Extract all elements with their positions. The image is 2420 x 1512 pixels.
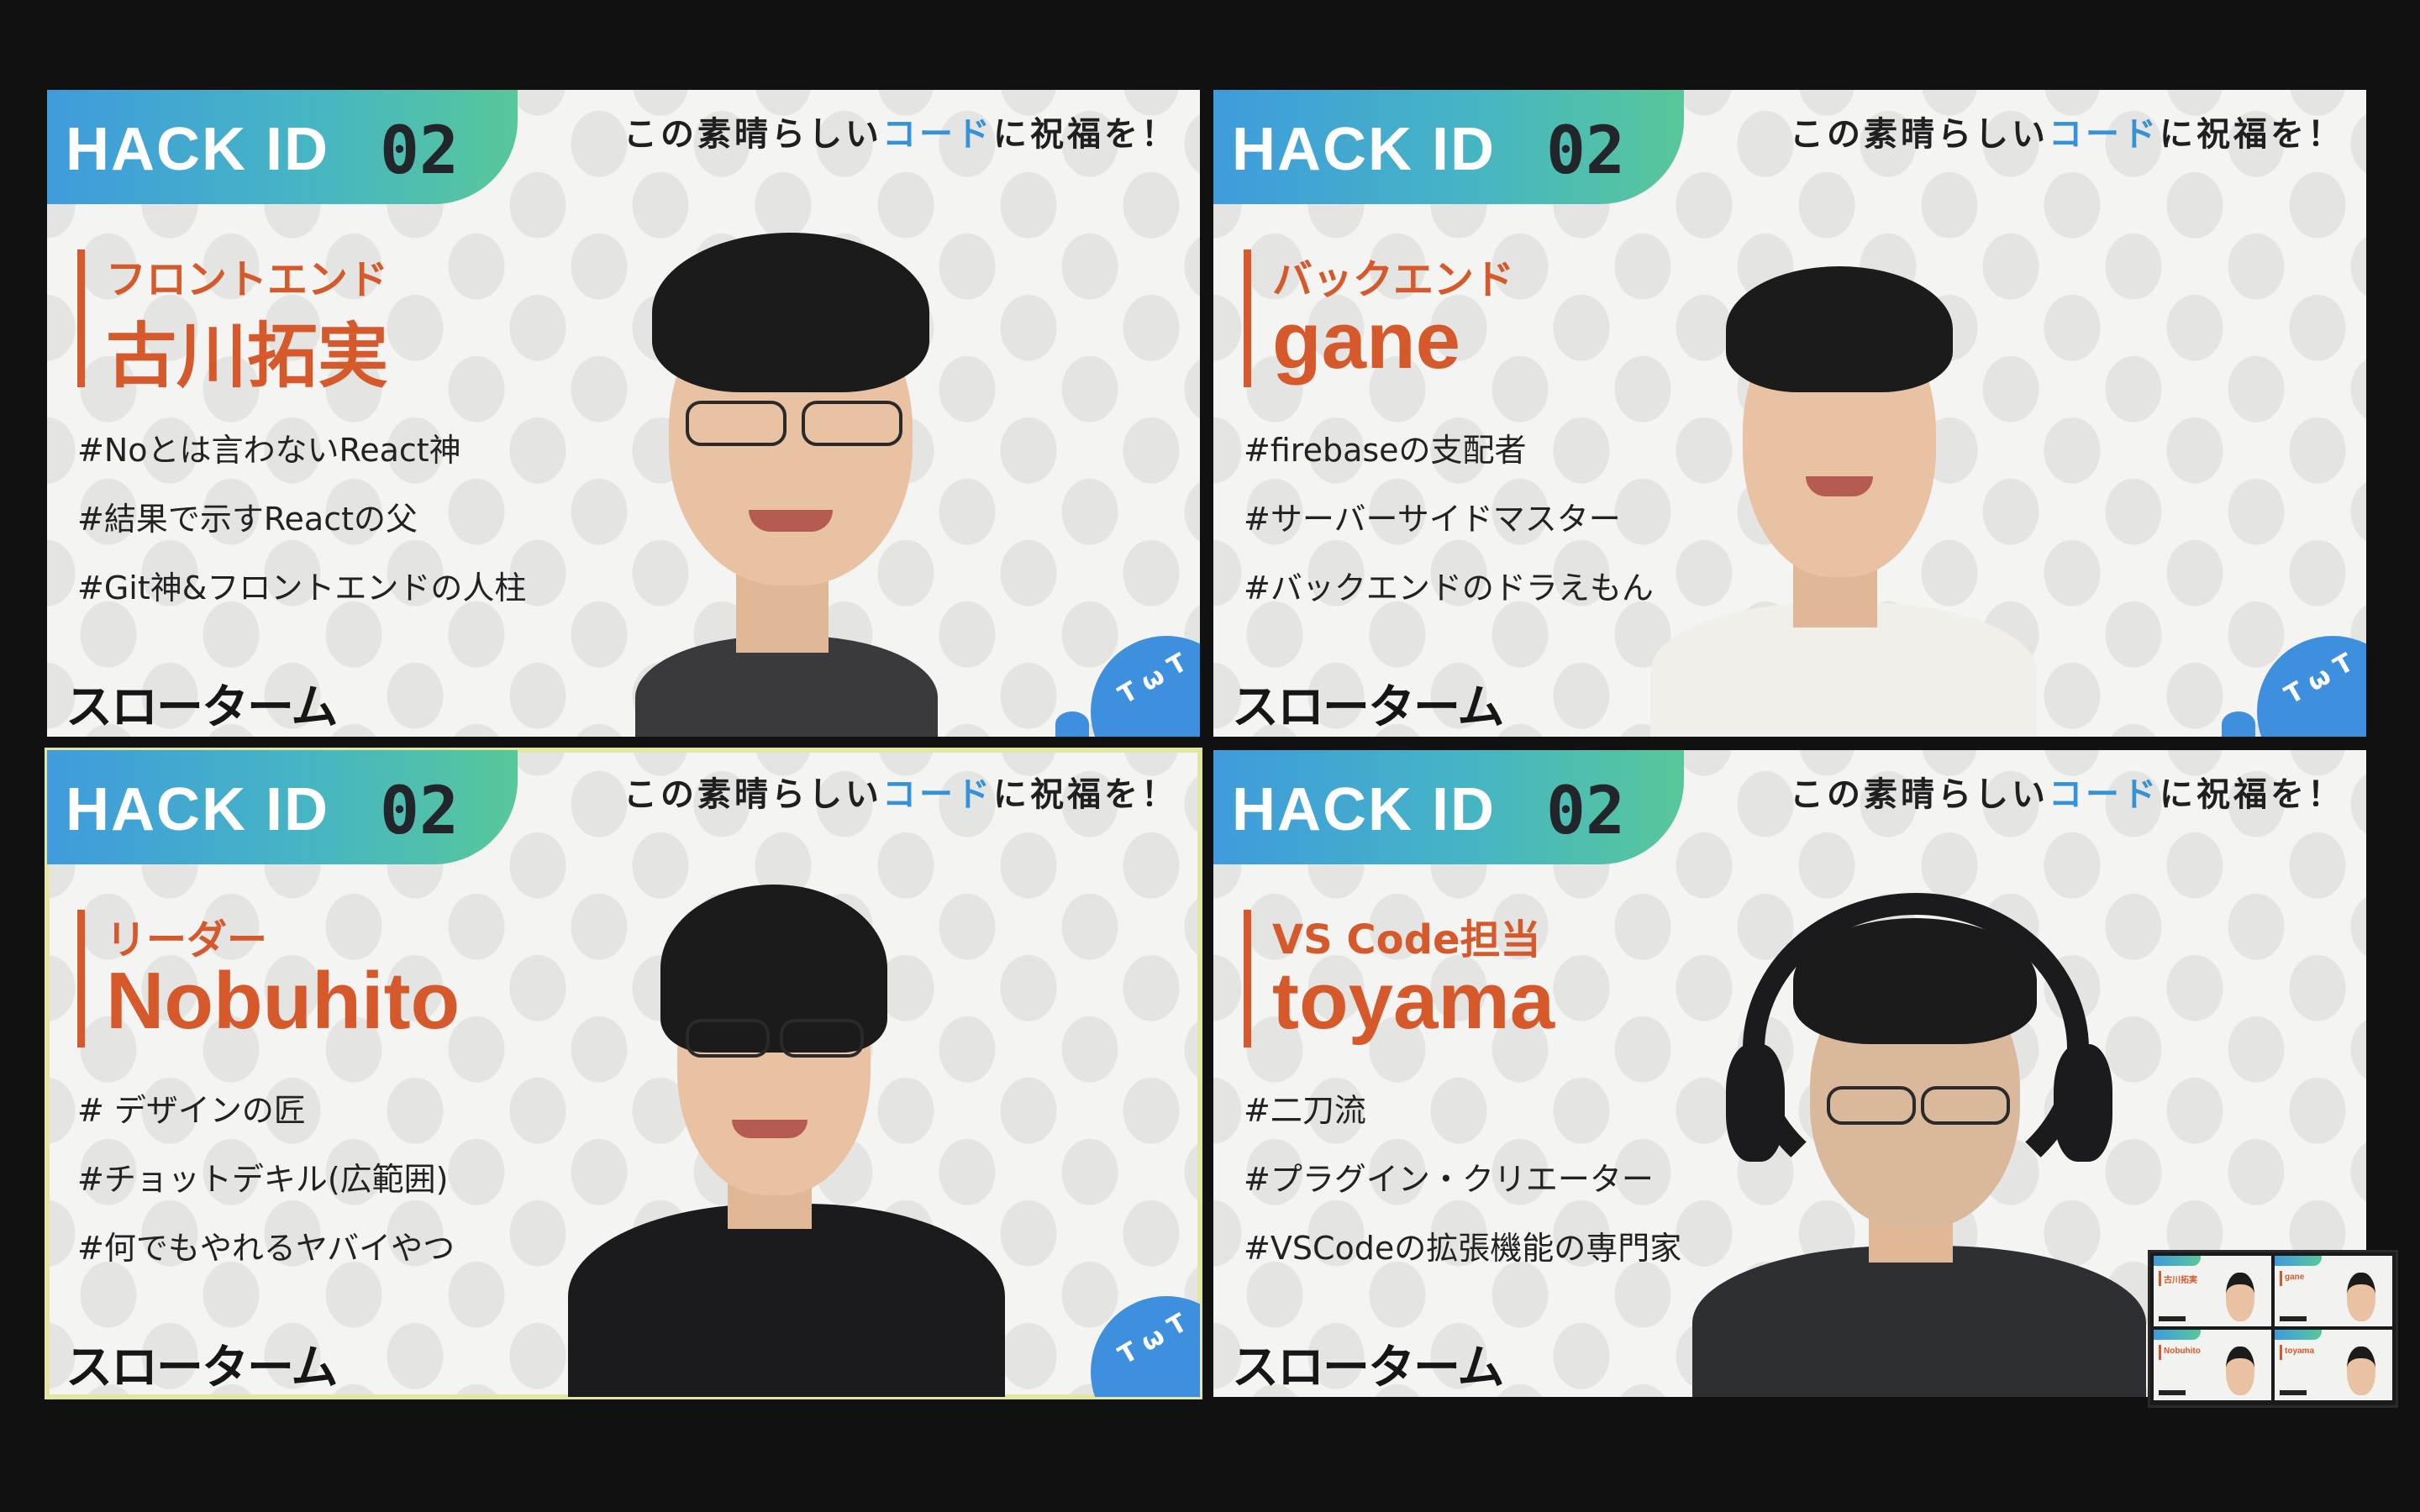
participant-tile-1[interactable]: HACK ID 02 この素晴らしいコードに祝福を！ フロントエンド 古川拓実 … [47,90,1200,737]
banner-title: HACK ID [1232,776,1496,843]
event-banner: HACK ID 02 [1213,90,1684,204]
tagline: この素晴らしいコードに祝福を！ [623,115,1178,154]
role-accent-bar [1244,910,1251,1047]
participant-video [1634,266,2104,737]
tagline: この素晴らしいコードに祝福を！ [623,775,1178,814]
participant-video [534,885,1039,1397]
tagline: この素晴らしいコードに祝福を！ [1790,115,2344,154]
participant-tags: #firebaseの支配者 #サーバーサイドマスター #バックエンドのドラえもん [1244,424,1654,631]
tag-line: #firebaseの支配者 [1244,432,1527,469]
tag-line: #プラグイン・クリエーター [1244,1161,1654,1198]
team-logo: スローターム [1232,1341,1504,1395]
role-accent-bar [77,910,85,1047]
banner-number: 02 [380,113,459,189]
participant-name: 古川拓実 [106,315,389,397]
banner-number: 02 [380,774,459,849]
tag-line: #Git神&フロントエンドの人柱 [77,570,527,606]
participant-tags: #Noとは言わないReact神 #結果で示すReactの父 #Git神&フロント… [77,424,526,631]
self-view-thumbnail[interactable]: 古川拓実 gane Nobuhito toyama [2148,1250,2398,1408]
participant-role: フロントエンド [106,256,389,303]
role-accent-bar [1244,249,1251,387]
event-banner: HACK ID 02 [47,90,518,204]
tag-line: # デザインの匠 [77,1092,306,1129]
participant-tags: # デザインの匠 #チョットデキル(広範囲) #何でもやれるヤバイやつ [77,1084,455,1291]
badge-tail [2222,711,2255,737]
twt-badge: T ω T [1091,1296,1200,1397]
participant-video [1667,893,2171,1397]
participant-name: gane [1272,296,1461,386]
participant-name: toyama [1272,956,1555,1046]
banner-title: HACK ID [66,116,329,183]
thumb-tile: toyama [2275,1330,2392,1400]
participant-tags: #二刀流 #プラグイン・クリエーター #VSCodeの拡張機能の専門家 [1244,1084,1681,1291]
tag-line: #二刀流 [1244,1092,1366,1129]
participant-name: Nobuhito [106,956,460,1046]
tagline: この素晴らしいコードに祝福を！ [1790,775,2344,814]
team-logo: スローターム [66,680,338,735]
tag-line: #バックエンドのドラえもん [1244,570,1654,606]
tag-line: #何でもやれるヤバイやつ [77,1230,455,1267]
event-banner: HACK ID 02 [1213,750,1684,864]
twt-badge: T ω T [2257,636,2366,737]
team-logo: スローターム [1232,680,1504,735]
role-accent-bar [77,249,85,387]
event-banner: HACK ID 02 [47,750,518,864]
twt-badge: T ω T [1091,636,1200,737]
thumb-tile: gane [2275,1256,2392,1326]
tag-line: #結果で示すReactの父 [77,501,418,538]
thumb-tile: 古川拓実 [2154,1256,2271,1326]
tag-line: #サーバーサイドマスター [1244,501,1621,538]
participant-video [602,233,1039,737]
tag-line: #チョットデキル(広範囲) [77,1161,449,1198]
banner-title: HACK ID [1232,116,1496,183]
banner-number: 02 [1546,774,1625,849]
participant-tile-3[interactable]: HACK ID 02 この素晴らしいコードに祝福を！ リーダー Nobuhito… [45,748,1202,1399]
tag-line: #VSCodeの拡張機能の専門家 [1244,1230,1682,1267]
badge-tail [1055,711,1089,737]
banner-number: 02 [1546,113,1625,189]
participant-tile-2[interactable]: HACK ID 02 この素晴らしいコードに祝福を！ バックエンド gane #… [1213,90,2366,737]
thumb-tile: Nobuhito [2154,1330,2271,1400]
team-logo: スローターム [66,1341,338,1395]
banner-title: HACK ID [66,776,329,843]
tag-line: #Noとは言わないReact神 [77,432,461,469]
